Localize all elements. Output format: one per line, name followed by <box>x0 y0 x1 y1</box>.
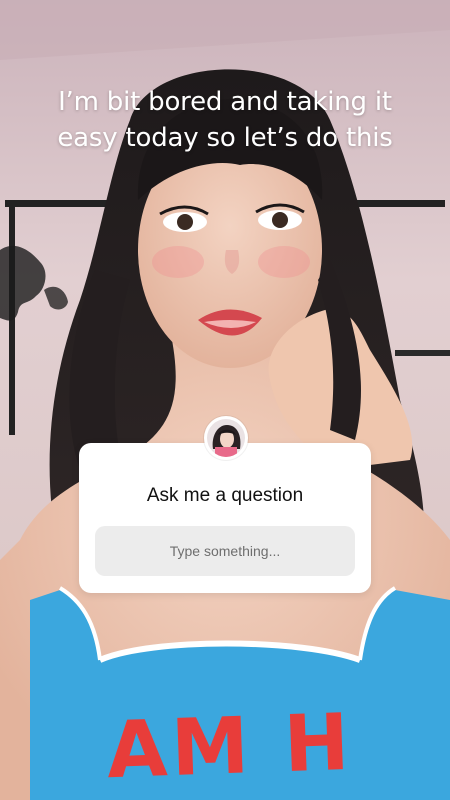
shirt-print-text: AM H <box>105 697 355 797</box>
question-answer-input[interactable]: Type something... <box>95 526 355 576</box>
caption-line-1: I’m bit bored and taking it <box>58 87 392 117</box>
avatar-image <box>207 419 245 457</box>
question-sticker[interactable]: Ask me a question Type something... <box>79 416 371 593</box>
story-caption: I’m bit bored and taking it easy today s… <box>20 84 430 156</box>
question-prompt: Ask me a question <box>146 485 304 506</box>
story-frame: I’m bit bored and taking it easy today s… <box>0 0 450 800</box>
avatar <box>204 416 248 460</box>
caption-line-2: easy today so let’s do this <box>57 123 393 153</box>
answer-input-placeholder: Type something... <box>169 543 281 559</box>
